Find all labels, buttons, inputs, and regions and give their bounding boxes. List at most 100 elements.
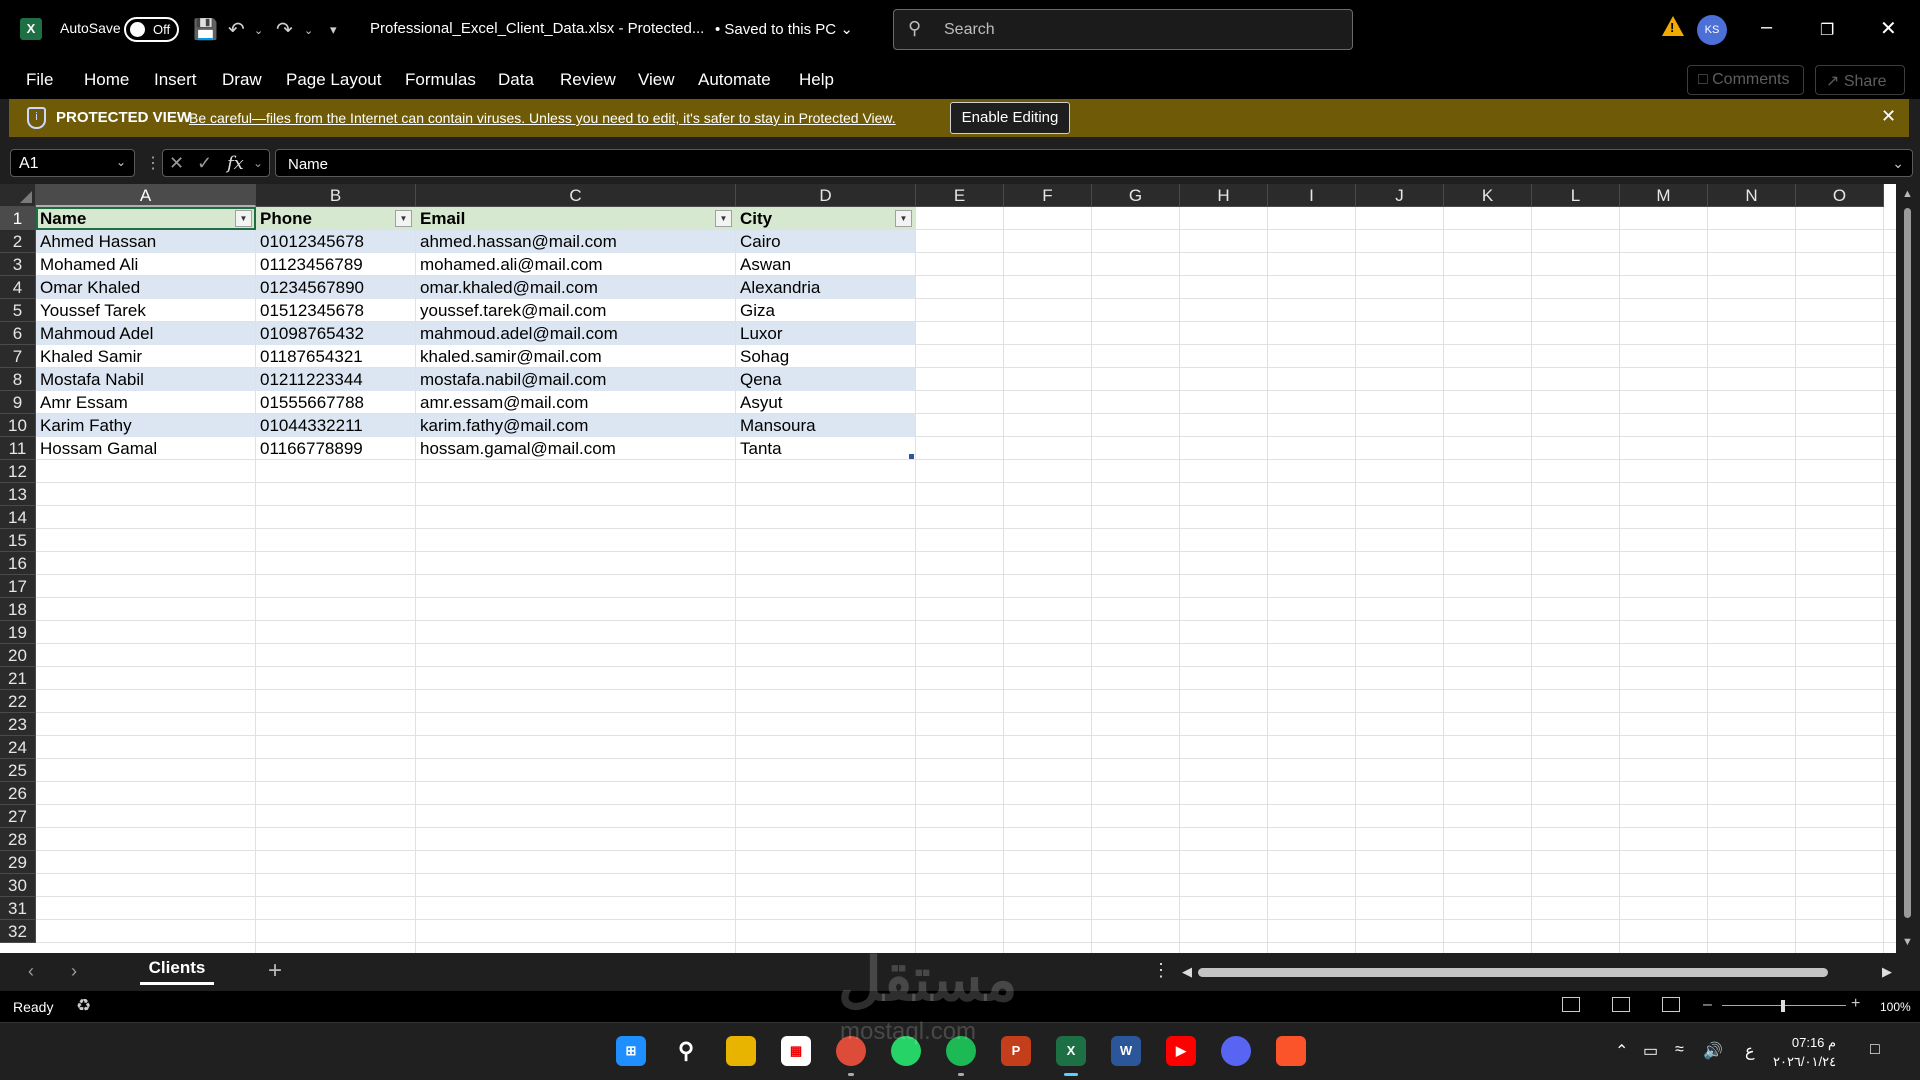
scroll-thumb[interactable] <box>1904 208 1911 918</box>
table-header-cell[interactable]: Email <box>416 207 735 230</box>
restore-icon[interactable]: ❐ <box>1820 20 1834 40</box>
cancel-icon[interactable]: ✕ <box>169 153 184 174</box>
chevron-down-icon[interactable]: ⌄ <box>253 156 263 170</box>
more-icon[interactable]: ⋮ <box>1152 960 1170 981</box>
table-cell[interactable]: 01166778899 <box>256 437 415 460</box>
page-layout-view-icon[interactable] <box>1612 997 1630 1012</box>
clock[interactable]: 07:16 م ٢٠٢٦/٠١/٢٤ <box>1773 1033 1836 1071</box>
table-cell[interactable]: Luxor <box>736 322 915 345</box>
row-header-14[interactable]: 14 <box>0 506 36 529</box>
row-header-4[interactable]: 4 <box>0 276 36 299</box>
comments-button[interactable]: □ Comments <box>1687 65 1804 95</box>
search-icon[interactable]: ⚲ <box>671 1036 701 1066</box>
zoom-level[interactable]: 100% <box>1880 1000 1911 1014</box>
minimize-icon[interactable]: – <box>1761 16 1772 39</box>
table-cell[interactable]: khaled.samir@mail.com <box>416 345 735 368</box>
table-cell[interactable]: 01044332211 <box>256 414 415 437</box>
column-header-a[interactable]: A <box>36 184 256 207</box>
column-header-m[interactable]: M <box>1620 184 1708 207</box>
excel-icon[interactable]: X <box>1056 1036 1086 1066</box>
tab-file[interactable]: File <box>26 70 53 90</box>
row-header-28[interactable]: 28 <box>0 828 36 851</box>
table-header-cell[interactable]: Phone <box>256 207 415 230</box>
normal-view-icon[interactable] <box>1562 997 1580 1012</box>
insert-function-icon[interactable]: fx <box>227 153 244 174</box>
table-cell[interactable]: 01187654321 <box>256 345 415 368</box>
avatar[interactable]: KS <box>1697 15 1727 45</box>
keyboard-language[interactable]: ع <box>1745 1041 1755 1061</box>
table-cell[interactable]: mohamed.ali@mail.com <box>416 253 735 276</box>
tab-data[interactable]: Data <box>498 70 534 90</box>
sheet-tab-clients[interactable]: Clients <box>140 953 214 985</box>
row-header-15[interactable]: 15 <box>0 529 36 552</box>
table-cell[interactable]: hossam.gamal@mail.com <box>416 437 735 460</box>
column-header-j[interactable]: J <box>1356 184 1444 207</box>
wifi-icon[interactable]: ≈ <box>1675 1041 1684 1059</box>
add-sheet-button[interactable]: + <box>268 957 282 985</box>
select-all-corner[interactable] <box>0 184 36 207</box>
redo-icon[interactable]: ↷ <box>276 17 293 42</box>
table-cell[interactable]: 01234567890 <box>256 276 415 299</box>
row-header-24[interactable]: 24 <box>0 736 36 759</box>
page-break-view-icon[interactable] <box>1662 997 1680 1012</box>
spreadsheet-grid[interactable]: ABCDEFGHIJKLMNO 1 2 3 4 5 6 7 8 9 10 11 12 13 14 15 16 1… <box>0 184 1920 953</box>
table-cell[interactable]: Karim Fathy <box>36 414 255 437</box>
file-explorer-icon[interactable] <box>726 1036 756 1066</box>
row-header-18[interactable]: 18 <box>0 598 36 621</box>
chevron-up-icon[interactable]: ⌃ <box>1615 1041 1628 1061</box>
row-header-29[interactable]: 29 <box>0 851 36 874</box>
enable-editing-button[interactable]: Enable Editing <box>950 102 1070 134</box>
brave-icon[interactable] <box>1276 1036 1306 1066</box>
scroll-thumb[interactable] <box>1198 968 1828 977</box>
windows-start-icon[interactable]: ⊞ <box>616 1036 646 1066</box>
table-cell[interactable]: Mansoura <box>736 414 915 437</box>
table-cell[interactable]: Amr Essam <box>36 391 255 414</box>
column-header-o[interactable]: O <box>1796 184 1884 207</box>
microsoft-store-icon[interactable]: ▦ <box>781 1036 811 1066</box>
tab-home[interactable]: Home <box>84 70 129 90</box>
table-cell[interactable]: 01512345678 <box>256 299 415 322</box>
table-cell[interactable]: mostafa.nabil@mail.com <box>416 368 735 391</box>
close-icon[interactable]: ✕ <box>1881 106 1896 127</box>
accessibility-icon[interactable]: ♻ <box>76 996 91 1016</box>
table-cell[interactable]: Alexandria <box>736 276 915 299</box>
table-cell[interactable]: Sohag <box>736 345 915 368</box>
next-sheet-icon[interactable]: › <box>71 961 77 982</box>
horizontal-scrollbar[interactable]: ◀ ▶ <box>1180 962 1896 982</box>
table-cell[interactable]: 01098765432 <box>256 322 415 345</box>
table-cell[interactable]: mahmoud.adel@mail.com <box>416 322 735 345</box>
row-header-2[interactable]: 2 <box>0 230 36 253</box>
row-header-9[interactable]: 9 <box>0 391 36 414</box>
expand-formula-icon[interactable]: ⌄ <box>1892 155 1904 172</box>
table-cell[interactable]: Ahmed Hassan <box>36 230 255 253</box>
table-cell[interactable]: 01555667788 <box>256 391 415 414</box>
notification-icon[interactable]: □ <box>1870 1041 1880 1059</box>
table-cell[interactable]: Tanta <box>736 437 915 460</box>
table-cell[interactable]: Qena <box>736 368 915 391</box>
table-cell[interactable]: 01012345678 <box>256 230 415 253</box>
filter-dropdown-icon[interactable]: ▼ <box>895 210 912 227</box>
table-cell[interactable]: Hossam Gamal <box>36 437 255 460</box>
tab-formulas[interactable]: Formulas <box>405 70 476 90</box>
table-cell[interactable]: amr.essam@mail.com <box>416 391 735 414</box>
youtube-icon[interactable]: ▶ <box>1166 1036 1196 1066</box>
tab-help[interactable]: Help <box>799 70 834 90</box>
more-icon[interactable]: ⋮ <box>145 153 161 173</box>
filter-dropdown-icon[interactable]: ▼ <box>715 210 732 227</box>
table-cell[interactable]: Cairo <box>736 230 915 253</box>
table-cell[interactable]: youssef.tarek@mail.com <box>416 299 735 322</box>
row-header-11[interactable]: 11 <box>0 437 36 460</box>
customize-toolbar-icon[interactable]: ▾ <box>330 22 337 38</box>
row-header-3[interactable]: 3 <box>0 253 36 276</box>
row-header-16[interactable]: 16 <box>0 552 36 575</box>
row-header-23[interactable]: 23 <box>0 713 36 736</box>
scroll-left-icon[interactable]: ◀ <box>1182 964 1192 980</box>
row-header-8[interactable]: 8 <box>0 368 36 391</box>
volume-icon[interactable]: 🔊 <box>1703 1041 1723 1061</box>
table-cell[interactable]: Asyut <box>736 391 915 414</box>
search-input[interactable]: ⚲ Search <box>893 9 1353 50</box>
table-cell[interactable]: karim.fathy@mail.com <box>416 414 735 437</box>
row-header-6[interactable]: 6 <box>0 322 36 345</box>
vertical-scrollbar[interactable]: ▲ ▼ <box>1896 184 1920 953</box>
row-header-13[interactable]: 13 <box>0 483 36 506</box>
